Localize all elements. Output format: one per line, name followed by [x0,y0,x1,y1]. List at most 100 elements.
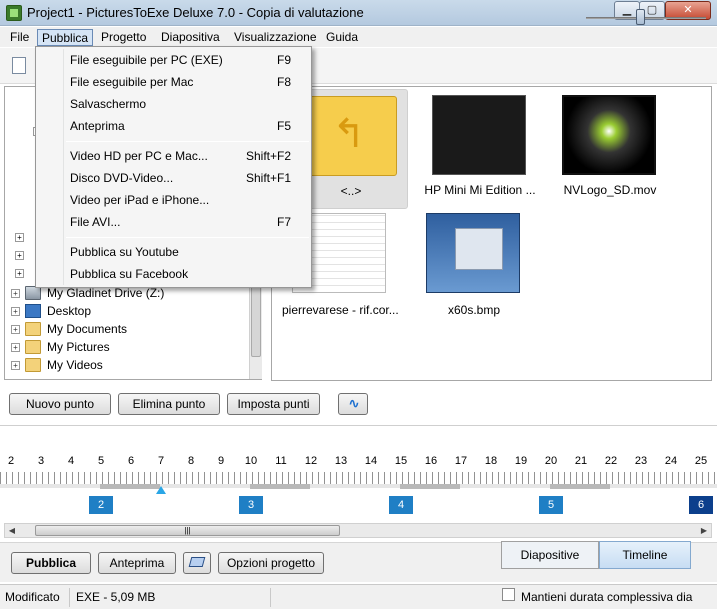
network-drive-icon [25,286,41,300]
desktop-icon [25,304,41,318]
thumbnail-x60s[interactable]: x60s.bmp [416,209,532,329]
folder-up-icon [303,96,397,176]
menu-diapositiva[interactable]: Diapositiva [157,29,224,46]
expand-icon[interactable]: + [11,289,20,298]
menu-item-exe-mac[interactable]: File eseguibile per Mac F8 [36,71,311,93]
ruler-label: 15 [394,455,408,467]
tree-expander-icon[interactable]: + [11,269,27,279]
menu-separator [66,237,309,238]
menu-file[interactable]: File [6,29,33,46]
menu-progetto[interactable]: Progetto [97,29,150,46]
slide-marker[interactable]: 4 [389,496,413,514]
ruler-label: 7 [157,455,165,467]
keep-duration-checkbox[interactable] [502,588,515,601]
ruler-label: 8 [187,455,195,467]
menu-item-dvd-video[interactable]: Disco DVD-Video... Shift+F1 [36,167,311,189]
zoom-slider-track[interactable] [586,17,706,19]
new-keypoint-button[interactable]: Nuovo punto [9,393,111,415]
title-bar: Project1 - PicturesToExe Deluxe 7.0 - Co… [0,0,717,26]
tree-expander-icon[interactable]: + [11,127,42,139]
monitor-icon [188,557,206,567]
ruler-label: 3 [37,455,45,467]
window-title: Project1 - PicturesToExe Deluxe 7.0 - Co… [27,5,364,20]
menu-item-avi[interactable]: File AVI... F7 [36,211,311,233]
delete-keypoint-button[interactable]: Elimina punto [118,393,220,415]
ruler-label: 2 [7,455,15,467]
ruler-label: 18 [484,455,498,467]
menu-item-video-hd[interactable]: Video HD per PC e Mac... Shift+F2 [36,145,311,167]
ruler-ticks [0,472,717,484]
folder-icon [25,322,41,336]
ruler-label: 4 [67,455,75,467]
ruler-label: 10 [244,455,258,467]
video-preview-image [562,95,656,175]
slide-marker[interactable]: 2 [89,496,113,514]
ruler-label: 17 [454,455,468,467]
scroll-left-icon[interactable]: ◀ [5,524,19,537]
tree-expander-icon[interactable]: + [11,233,27,243]
screen-preview-button[interactable] [183,552,211,574]
ruler-label: 20 [544,455,558,467]
folder-icon [25,340,41,354]
menu-item-facebook[interactable]: Pubblica su Facebook [36,263,311,285]
timeline-scroll-thumb[interactable]: ||| [35,525,340,536]
thumbnail-nvlogo[interactable]: NVLogo_SD.mov [552,89,668,209]
timeline-scrollbar[interactable]: ◀ ||| ▶ [4,523,712,538]
menu-item-preview[interactable]: Anteprima F5 [36,115,311,137]
tab-slides[interactable]: Diapositive [501,541,599,569]
slide-duration-bar [400,484,460,489]
ruler-label: 14 [364,455,378,467]
slide-duration-bar [100,484,160,489]
menu-separator [66,141,309,142]
status-bar: Modificato EXE - 5,09 MB Mantieni durata… [0,584,717,609]
ruler-label: 9 [217,455,225,467]
ruler-label: 12 [304,455,318,467]
ruler-label: 16 [424,455,438,467]
status-modified: Modificato [0,588,70,607]
status-exe-size: EXE - 5,09 MB [71,588,271,607]
expand-icon[interactable]: + [11,343,20,352]
ruler-label: 11 [275,455,287,467]
menu-visualizzazione[interactable]: Visualizzazione [230,29,321,46]
menu-item-ipad-iphone[interactable]: Video per iPad e iPhone... [36,189,311,211]
menu-bar: File Pubblica Progetto Diapositiva Visua… [0,27,717,47]
tree-expander-icon[interactable]: + [11,251,27,261]
ruler-label: 6 [127,455,135,467]
tab-timeline[interactable]: Timeline [599,541,691,569]
ruler-label: 21 [574,455,588,467]
ruler-label: 5 [97,455,105,467]
slide-marker[interactable]: 5 [539,496,563,514]
menu-item-youtube[interactable]: Pubblica su Youtube [36,241,311,263]
file-thumbnails[interactable]: <..> HP Mini Mi Edition ... NVLogo_SD.mo… [271,86,712,381]
slide-marker[interactable]: 6 [689,496,713,514]
keep-duration-label: Mantieni durata complessiva dia [521,590,693,604]
project-options-button[interactable]: Opzioni progetto [218,552,324,574]
thumbnail-hp-mini[interactable]: HP Mini Mi Edition ... [422,89,538,209]
image-preview [426,213,520,293]
folder-preview-image [432,95,526,175]
ruler-label: 19 [514,455,528,467]
ruler-label: 24 [664,455,678,467]
expand-icon[interactable]: + [11,325,20,334]
ruler-label: 22 [604,455,618,467]
folder-icon [25,358,41,372]
new-page-icon[interactable] [12,57,26,74]
expand-icon[interactable]: + [11,361,20,370]
slide-duration-bar [250,484,310,489]
menu-item-screensaver[interactable]: Salvaschermo [36,93,311,115]
publish-menu: File eseguibile per PC (EXE) F9 File ese… [35,46,312,288]
set-keypoints-button[interactable]: Imposta punti [227,393,320,415]
menu-pubblica[interactable]: Pubblica [37,29,94,46]
preview-button[interactable]: Anteprima [98,552,176,574]
scroll-right-icon[interactable]: ▶ [697,524,711,537]
slide-marker[interactable]: 3 [239,496,263,514]
menu-item-exe-pc[interactable]: File eseguibile per PC (EXE) F9 [36,49,311,71]
expand-icon[interactable]: + [11,307,20,316]
zoom-slider-thumb[interactable] [636,9,645,25]
playhead-cursor[interactable] [156,486,166,494]
ruler-label: 23 [634,455,648,467]
waveform-icon: ∿ [348,395,360,411]
publish-button[interactable]: Pubblica [11,552,91,574]
menu-guida[interactable]: Guida [322,29,362,46]
ruler-label: 25 [694,455,708,467]
